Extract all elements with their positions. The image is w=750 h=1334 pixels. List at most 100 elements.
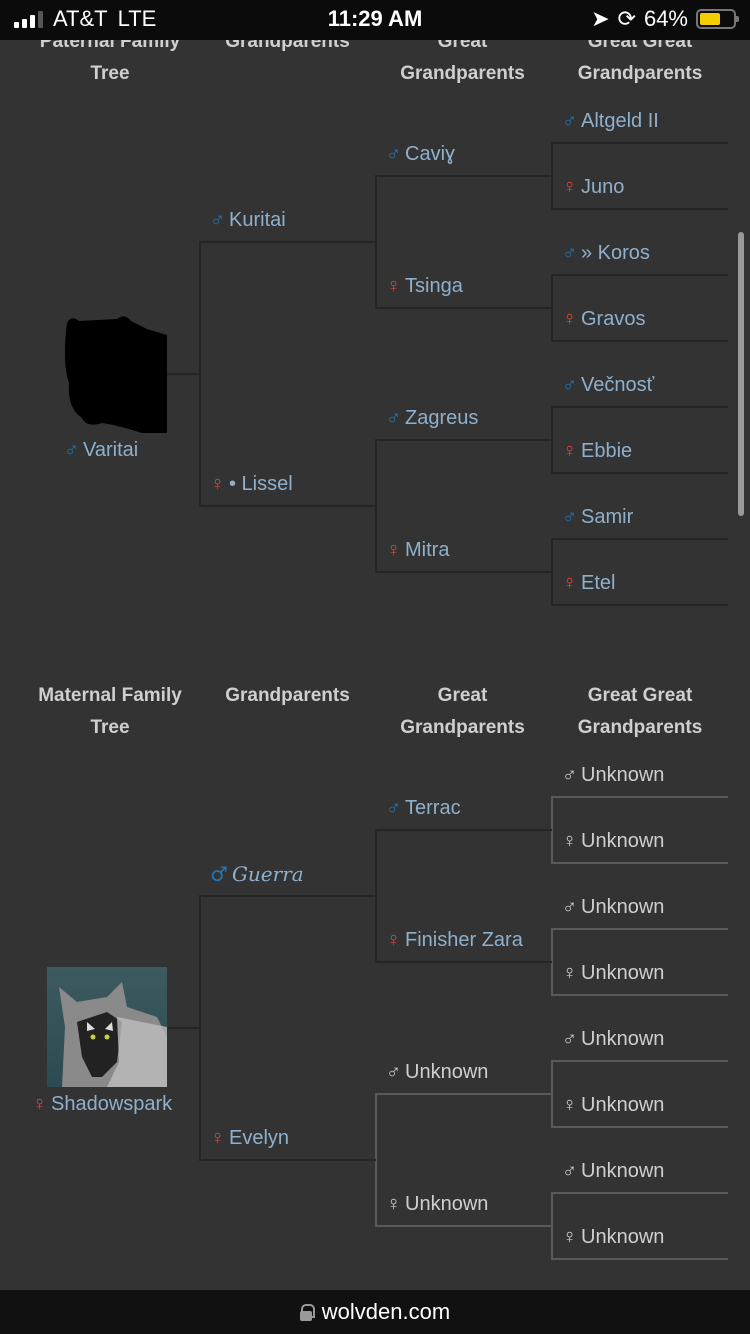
female-icon: ♀ (386, 275, 401, 297)
ancestor-gen4[interactable]: ♀ Juno (562, 174, 624, 200)
subject-name[interactable]: ♀ Shadowspark (32, 1091, 172, 1117)
person-name: Altgeld II (581, 110, 659, 132)
lock-icon (299, 1304, 315, 1321)
tree-connector (199, 241, 376, 243)
ancestor-gen2[interactable]: ♀ • Lissel (210, 471, 293, 497)
ancestor-gen3[interactable]: ♀ Finisher Zara (386, 927, 523, 953)
tree-connector (199, 1159, 376, 1161)
person-name: • Lissel (229, 473, 293, 495)
silhouette-portrait[interactable] (47, 313, 167, 433)
female-icon: ♀ (562, 962, 577, 984)
tree-connector (551, 538, 728, 540)
male-icon: ♂ (562, 1028, 577, 1050)
person-name: Unknown (581, 896, 665, 918)
ancestor-gen2[interactable]: ♂ Guerra (210, 861, 304, 887)
tree-connector (199, 895, 376, 897)
female-icon: ♀ (562, 1094, 577, 1116)
person-name: Evelyn (229, 1127, 290, 1149)
ancestor-gen3[interactable]: ♀ Tsinga (386, 273, 463, 299)
ancestor-gen4: ♀ Unknown (562, 828, 664, 854)
person-name: Unknown (405, 1193, 489, 1215)
female-icon: ♀ (562, 308, 577, 330)
ancestor-gen2[interactable]: ♀ Evelyn (210, 1125, 289, 1151)
female-icon: ♀ (32, 1093, 47, 1115)
male-icon: ♂ (562, 1160, 577, 1182)
person-name: Unknown (581, 1028, 665, 1050)
tree-connector (551, 274, 728, 276)
male-icon: ♂ (210, 862, 228, 886)
male-icon: ♂ (386, 143, 401, 165)
ancestor-gen3: ♀ Unknown (386, 1191, 488, 1217)
person-name: Varitai (83, 439, 139, 461)
person-name: Tsinga (405, 275, 463, 297)
ancestor-gen3[interactable]: ♀ Mitra (386, 537, 449, 563)
ancestor-gen4[interactable]: ♂ Večnosť (562, 372, 654, 398)
male-icon: ♂ (386, 407, 401, 429)
signal-icon (14, 10, 43, 28)
ancestor-gen4[interactable]: ♂ Samir (562, 504, 633, 530)
wolf-portrait[interactable] (47, 967, 167, 1087)
female-icon: ♀ (386, 539, 401, 561)
person-name: Mitra (405, 539, 450, 561)
tree-connector (551, 1258, 728, 1260)
tree-connector (167, 1027, 200, 1029)
tree-connector (375, 571, 552, 573)
person-name: Unknown (581, 764, 665, 786)
scrollbar[interactable] (738, 232, 744, 516)
battery-icon (696, 9, 739, 29)
url-bar[interactable]: wolvden.com (0, 1290, 750, 1334)
person-name: Etel (581, 572, 616, 594)
person-name: Shadowspark (51, 1093, 173, 1115)
person-name: Samir (581, 506, 634, 528)
paternal-tree: Paternal Family Tree Grandparents Great Gr… (0, 0, 750, 640)
person-name: Guerra (231, 862, 304, 886)
tree-connector (375, 307, 552, 309)
ancestor-gen3[interactable]: ♂ Terrac (386, 795, 461, 821)
tree-connector (375, 175, 552, 177)
carrier: AT&T (53, 6, 108, 31)
male-icon: ♂ (64, 439, 79, 461)
ancestor-gen4: ♂ Unknown (562, 762, 664, 788)
female-icon: ♀ (562, 176, 577, 198)
person-name: Juno (581, 176, 625, 198)
male-icon: ♂ (210, 209, 225, 231)
female-icon: ♀ (562, 830, 577, 852)
tree-connector (375, 829, 552, 831)
female-icon: ♀ (386, 929, 401, 951)
male-icon: ♂ (562, 764, 577, 786)
location-icon: ➤ (591, 6, 610, 31)
ancestor-gen4[interactable]: ♂ Altgeld II (562, 108, 659, 134)
subject-name[interactable]: ♂ Varitai (64, 437, 138, 463)
person-name: Unknown (581, 1094, 665, 1116)
ancestor-gen4: ♂ Unknown (562, 1158, 664, 1184)
tree-connector (375, 1093, 552, 1095)
ancestor-gen3: ♂ Unknown (386, 1059, 488, 1085)
ancestor-gen3[interactable]: ♂ Caviɣ (386, 141, 455, 167)
tree-connector (551, 406, 728, 408)
person-name: Caviɣ (405, 143, 456, 165)
tree-connector (551, 340, 728, 342)
person-name: Unknown (581, 1226, 665, 1248)
tree-connector (551, 994, 728, 996)
male-icon: ♂ (562, 506, 577, 528)
tree-connector (551, 208, 728, 210)
male-icon: ♂ (386, 1061, 401, 1083)
ancestor-gen4[interactable]: ♂» Koros (562, 240, 650, 266)
ancestor-gen2[interactable]: ♂ Kuritai (210, 207, 286, 233)
tree-connector (551, 862, 728, 864)
tree-connector (375, 961, 552, 963)
url-text: wolvden.com (321, 1299, 451, 1324)
ancestor-gen3[interactable]: ♂ Zagreus (386, 405, 478, 431)
male-icon: ♂ (386, 797, 401, 819)
ancestor-gen4[interactable]: ♀ Ebbie (562, 438, 632, 464)
female-icon: ♀ (386, 1193, 401, 1215)
person-name: Finisher Zara (405, 929, 523, 951)
ancestor-gen4: ♀ Unknown (562, 1092, 664, 1118)
tree-connector (375, 439, 552, 441)
person-name: Terrac (405, 797, 461, 819)
column-header: Maternal Family Tree (38, 685, 182, 738)
female-icon: ♀ (210, 473, 225, 495)
person-name: Gravos (581, 308, 646, 330)
ancestor-gen4[interactable]: ♀ Gravos (562, 306, 645, 332)
ancestor-gen4[interactable]: ♀ Etel (562, 570, 615, 596)
